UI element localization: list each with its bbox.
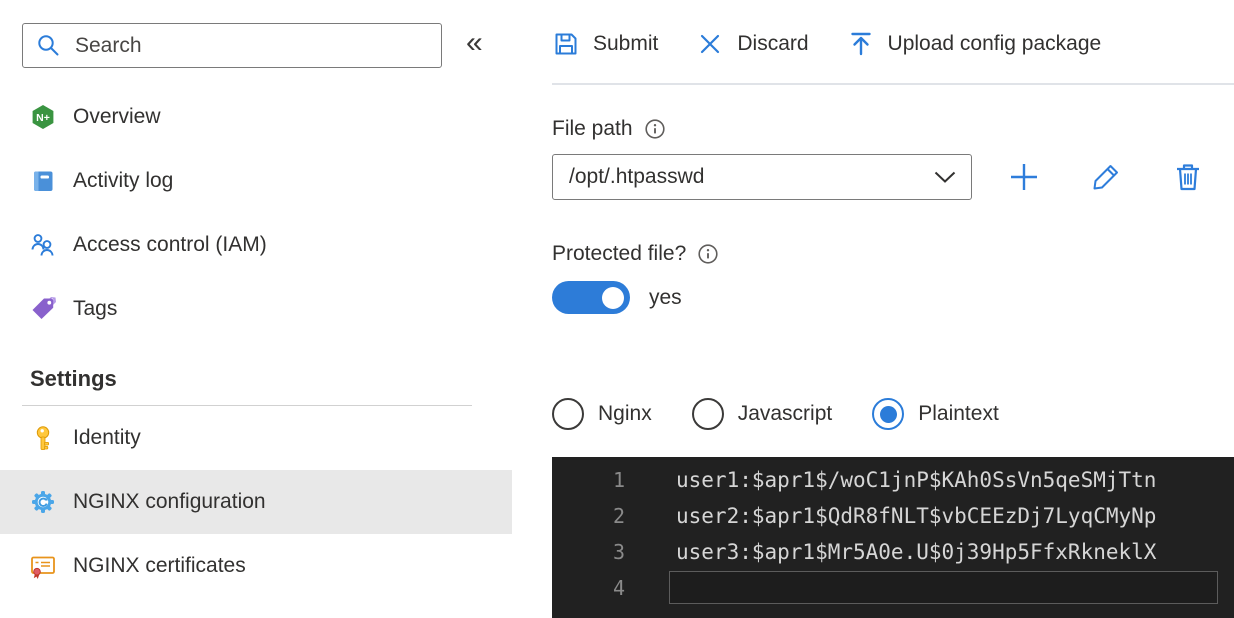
radio-plaintext[interactable]: Plaintext	[872, 398, 999, 430]
search-box[interactable]	[22, 23, 442, 68]
radio-label: Nginx	[598, 402, 652, 425]
submit-button[interactable]: Submit	[552, 30, 658, 58]
sidebar-item-nginx-certificates[interactable]: NGINX certificates	[0, 534, 512, 598]
protected-file-label-row: Protected file?	[552, 240, 1234, 267]
add-file-button[interactable]	[1006, 159, 1042, 195]
main-content: Submit Discard Upload config package Fil…	[552, 0, 1234, 618]
editor-line-current: 4	[552, 570, 1234, 606]
sidebar-item-label: NGINX configuration	[73, 490, 266, 513]
code-editor[interactable]: 1 user1:$apr1$/woC1jnP$KAh0SsVn5qeSMjTtn…	[552, 457, 1234, 618]
toggle-knob	[602, 286, 624, 309]
sidebar-item-nginx-configuration[interactable]: NGINX configuration	[0, 470, 512, 534]
upload-icon	[847, 30, 875, 58]
edit-file-button[interactable]	[1088, 159, 1124, 195]
sidebar-item-tags[interactable]: Tags	[0, 277, 512, 341]
info-icon[interactable]	[644, 118, 666, 140]
file-path-row: /opt/.htpasswd	[552, 154, 1234, 200]
sidebar-item-overview[interactable]: N+ Overview	[0, 85, 512, 149]
access-control-icon	[30, 232, 56, 258]
file-path-label-row: File path	[552, 115, 1234, 142]
sidebar-item-label: Activity log	[73, 169, 174, 192]
submit-label: Submit	[593, 32, 659, 55]
nginx-logo-icon: N+	[30, 104, 56, 130]
line-number: 1	[612, 468, 625, 492]
protected-file-label: Protected file?	[552, 241, 687, 265]
file-path-dropdown[interactable]: /opt/.htpasswd	[552, 154, 972, 200]
sidebar-item-label: Overview	[73, 105, 161, 128]
radio-label: Plaintext	[918, 402, 999, 425]
sidebar-item-label: Tags	[73, 297, 118, 320]
nginx-configuration-page: « N+ Overview Activity log Access contro…	[0, 0, 1234, 618]
close-x-icon	[696, 30, 724, 58]
editor-line: 1 user1:$apr1$/woC1jnP$KAh0SsVn5qeSMjTtn	[552, 462, 1234, 498]
radio-javascript[interactable]: Javascript	[691, 398, 833, 430]
discard-button[interactable]: Discard	[696, 30, 809, 58]
tags-icon	[30, 296, 56, 322]
svg-text:N+: N+	[36, 112, 50, 124]
command-bar: Submit Discard Upload config package	[552, 27, 1234, 61]
sidebar-search-row: «	[0, 23, 512, 68]
collapse-sidebar-icon[interactable]: «	[466, 27, 483, 64]
search-input[interactable]	[75, 33, 429, 58]
protected-file-toggle-row: yes	[552, 281, 1234, 314]
info-icon[interactable]	[697, 243, 719, 265]
delete-file-button[interactable]	[1170, 159, 1206, 195]
file-path-label: File path	[552, 116, 633, 140]
radio-circle-selected	[872, 398, 905, 430]
file-path-value: /opt/.htpasswd	[569, 165, 705, 188]
discard-label: Discard	[737, 32, 809, 55]
protected-file-toggle[interactable]	[552, 281, 630, 314]
key-icon	[30, 425, 56, 451]
activity-log-icon	[30, 168, 56, 194]
certificate-icon	[30, 553, 56, 579]
editor-line: 2 user2:$apr1$QdR8fNLT$vbCEEzDj7LyqCMyNp	[552, 498, 1234, 534]
save-icon	[552, 30, 580, 58]
sidebar-nav: N+ Overview Activity log Access control …	[0, 85, 512, 598]
line-content: user2:$apr1$QdR8fNLT$vbCEEzDj7LyqCMyNp	[676, 504, 1157, 528]
line-number: 3	[612, 540, 625, 564]
syntax-radio-group: Nginx Javascript Plaintext	[552, 398, 1234, 430]
upload-label: Upload config package	[887, 32, 1102, 55]
radio-circle	[552, 398, 584, 430]
sidebar-item-activity-log[interactable]: Activity log	[0, 149, 512, 213]
sidebar-item-identity[interactable]: Identity	[0, 406, 512, 470]
editor-line: 3 user3:$apr1$Mr5A0e.U$0j39Hp5FfxRkneklX	[552, 534, 1234, 570]
sidebar-item-label: NGINX certificates	[73, 554, 246, 577]
radio-label: Javascript	[737, 402, 833, 425]
editor-current-line-box	[669, 571, 1218, 604]
file-path-actions	[1006, 159, 1206, 195]
radio-circle	[691, 398, 724, 430]
sidebar-item-label: Access control (IAM)	[73, 233, 267, 256]
search-icon	[36, 33, 62, 59]
toolbar-divider	[552, 83, 1234, 85]
line-number: 2	[612, 504, 625, 528]
chevron-down-icon	[934, 171, 956, 183]
toggle-state-label: yes	[649, 285, 682, 309]
sidebar-item-label: Identity	[73, 426, 141, 449]
radio-nginx[interactable]: Nginx	[552, 398, 652, 430]
upload-config-package-button[interactable]: Upload config package	[847, 30, 1102, 58]
settings-section-header: Settings	[30, 366, 117, 391]
sidebar-item-access-control[interactable]: Access control (IAM)	[0, 213, 512, 277]
line-content: user3:$apr1$Mr5A0e.U$0j39Hp5FfxRkneklX	[676, 540, 1157, 564]
sidebar: « N+ Overview Activity log Access contro…	[0, 0, 512, 618]
line-number: 4	[612, 576, 625, 600]
line-content: user1:$apr1$/woC1jnP$KAh0SsVn5qeSMjTtn	[676, 468, 1157, 492]
gear-sync-icon	[30, 489, 56, 515]
